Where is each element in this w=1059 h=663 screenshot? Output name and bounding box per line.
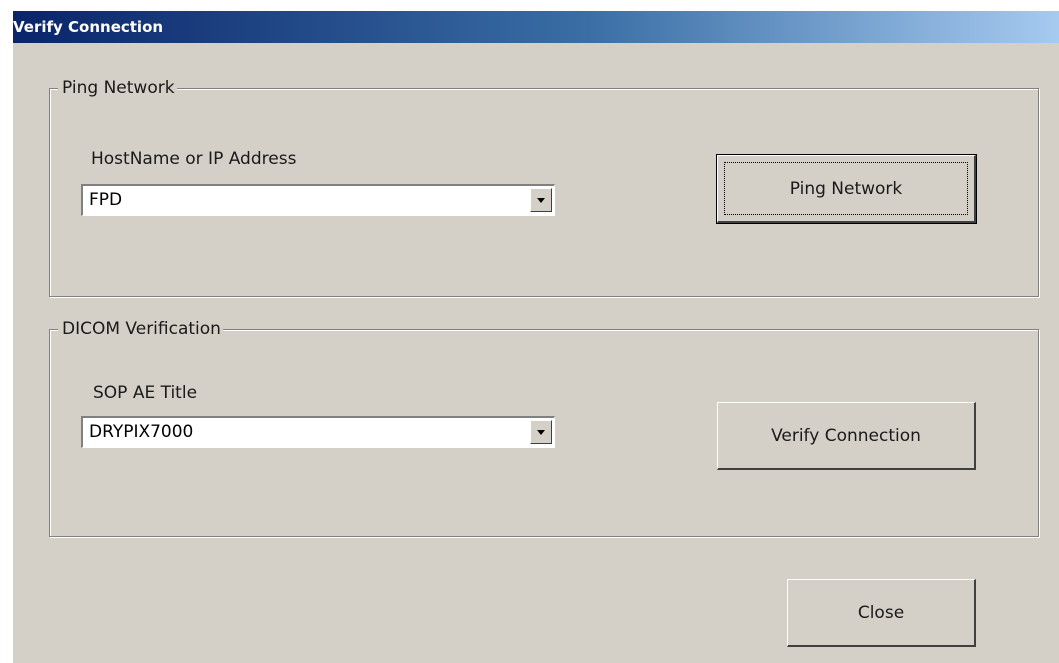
dicom-verification-group-legend: DICOM Verification xyxy=(58,318,223,340)
window-title: Verify Connection xyxy=(13,18,164,36)
verify-connection-dialog: Verify Connection Ping Network HostName … xyxy=(12,10,1059,663)
ping-network-button[interactable]: Ping Network xyxy=(716,154,977,224)
chevron-down-icon xyxy=(537,430,545,435)
sop-ae-title-combobox[interactable]: DRYPIX7000 xyxy=(81,416,555,448)
sop-ae-title-dropdown-button[interactable] xyxy=(530,420,552,444)
title-bar[interactable]: Verify Connection xyxy=(13,11,1059,43)
close-button[interactable]: Close xyxy=(787,579,976,647)
close-button-label: Close xyxy=(857,602,905,623)
ping-network-group-legend: Ping Network xyxy=(58,77,177,99)
hostname-label: HostName or IP Address xyxy=(91,149,297,169)
chevron-down-icon xyxy=(537,198,545,203)
hostname-combobox[interactable]: FPD xyxy=(81,184,555,216)
sop-ae-title-label: SOP AE Title xyxy=(93,383,198,403)
verify-connection-button[interactable]: Verify Connection xyxy=(717,402,976,470)
verify-connection-button-label: Verify Connection xyxy=(771,425,921,446)
hostname-dropdown-button[interactable] xyxy=(530,188,552,212)
hostname-value: FPD xyxy=(89,190,123,210)
sop-ae-title-value: DRYPIX7000 xyxy=(89,422,194,442)
ping-network-button-label: Ping Network xyxy=(789,178,903,199)
